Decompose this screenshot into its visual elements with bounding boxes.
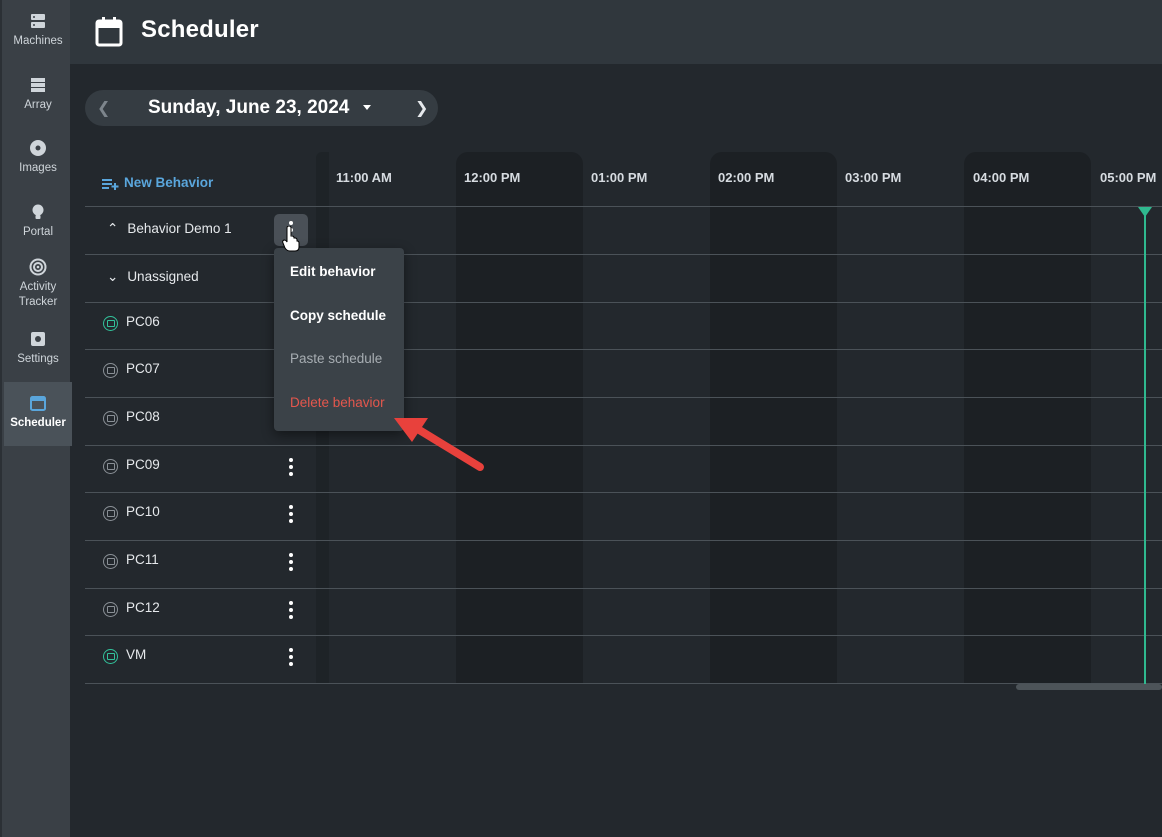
page-title: Scheduler xyxy=(141,16,259,43)
calendar-icon xyxy=(30,396,46,411)
radar-icon xyxy=(29,258,47,276)
row-divider xyxy=(85,588,1162,589)
disc-icon xyxy=(30,140,46,156)
machine-status-icon xyxy=(103,506,118,521)
machine-name: PC09 xyxy=(126,457,160,472)
sidebar-item-scheduler[interactable]: Scheduler xyxy=(4,382,72,446)
chevron-right-icon[interactable]: ❯ xyxy=(415,98,428,118)
machine-status-icon xyxy=(103,602,118,617)
machine-status-icon xyxy=(103,316,118,331)
date-navigator: ❮ Sunday, June 23, 2024 ❯ xyxy=(85,90,438,126)
group-row-behavior-demo-1[interactable]: ⌃ Behavior Demo 1 xyxy=(107,221,232,237)
time-label: 03:00 PM xyxy=(845,170,902,185)
calendar-icon xyxy=(95,17,123,47)
hand-cursor-icon xyxy=(282,226,300,252)
machine-status-icon xyxy=(103,363,118,378)
row-divider xyxy=(85,397,1162,398)
more-vert-icon[interactable] xyxy=(288,648,294,666)
new-behavior-label: New Behavior xyxy=(124,175,214,190)
row-divider xyxy=(85,635,1162,636)
timeline-hour-band xyxy=(964,152,1091,684)
sidebar-item-label: Machines xyxy=(13,35,63,47)
group-label: Behavior Demo 1 xyxy=(127,221,232,236)
chevron-left-icon[interactable]: ❮ xyxy=(97,98,110,118)
machine-name: PC11 xyxy=(126,552,159,567)
caret-down-icon[interactable] xyxy=(363,105,371,110)
machine-status-icon xyxy=(103,459,118,474)
paste-schedule-item: Paste schedule xyxy=(290,351,383,366)
time-label: 05:00 PM xyxy=(1100,170,1157,185)
sidebar-item-label: Array xyxy=(24,99,52,111)
server-icon xyxy=(31,14,45,28)
array-icon xyxy=(31,78,45,92)
sidebar-item-machines[interactable]: Machines xyxy=(4,12,72,49)
timeline-hour-band xyxy=(710,152,837,684)
group-row-unassigned[interactable]: ⌄ Unassigned xyxy=(107,269,199,285)
sidebar-item-images[interactable]: Images xyxy=(4,139,72,176)
sidebar-item-label: Settings xyxy=(17,353,59,365)
sidebar-item-portal[interactable]: Portal xyxy=(4,203,72,240)
sidebar-item-activity-tracker[interactable]: Activity Tracker xyxy=(4,258,72,310)
sidebar: Machines Array Images Portal Activity Tr… xyxy=(0,0,72,837)
time-label: 12:00 PM xyxy=(464,170,521,185)
annotation-arrow-icon xyxy=(394,418,484,471)
date-picker-button[interactable]: Sunday, June 23, 2024 xyxy=(148,97,349,119)
time-label: 11:00 AM xyxy=(336,170,392,185)
sidebar-item-settings[interactable]: Settings xyxy=(4,330,72,367)
time-label: 01:00 PM xyxy=(591,170,648,185)
machine-status-icon xyxy=(103,554,118,569)
machine-name: PC06 xyxy=(126,314,160,329)
more-vert-icon[interactable] xyxy=(288,458,294,476)
row-divider xyxy=(85,683,1162,684)
more-vert-icon[interactable] xyxy=(288,601,294,619)
sidebar-item-label: Portal xyxy=(22,226,54,238)
row-divider xyxy=(85,302,1162,303)
row-divider xyxy=(85,254,1162,255)
machine-name: PC12 xyxy=(126,600,160,615)
machine-name: PC08 xyxy=(126,409,160,424)
copy-schedule-item[interactable]: Copy schedule xyxy=(290,308,386,323)
machine-status-icon xyxy=(103,649,118,664)
sidebar-item-label: Activity Tracker xyxy=(18,281,58,308)
timeline-scrollbar[interactable] xyxy=(1016,684,1162,690)
row-divider xyxy=(85,492,1162,493)
sidebar-item-array[interactable]: Array xyxy=(4,76,72,113)
new-behavior-button[interactable]: New Behavior xyxy=(102,175,213,190)
sidebar-item-label: Images xyxy=(19,162,57,174)
machine-status-icon xyxy=(103,411,118,426)
sidebar-item-label: Scheduler xyxy=(10,417,66,429)
time-label: 04:00 PM xyxy=(973,170,1030,185)
edit-behavior-item[interactable]: Edit behavior xyxy=(290,264,376,279)
current-time-marker xyxy=(1138,207,1152,217)
row-divider xyxy=(85,445,1162,446)
current-time-line xyxy=(1144,208,1146,684)
chevron-down-icon: ⌄ xyxy=(107,269,119,284)
row-divider xyxy=(85,206,1162,207)
machine-name: PC10 xyxy=(126,504,160,519)
group-label: Unassigned xyxy=(127,269,199,284)
machine-name: VM xyxy=(126,647,147,662)
playlist-add-icon xyxy=(102,179,119,190)
row-divider xyxy=(85,349,1162,350)
behavior-context-menu: Edit behavior Copy schedule Paste schedu… xyxy=(274,248,404,431)
lightbulb-icon xyxy=(32,204,44,219)
page-header: Scheduler xyxy=(70,0,1162,64)
more-vert-icon[interactable] xyxy=(288,505,294,523)
chevron-up-icon: ⌃ xyxy=(107,221,119,236)
gear-icon xyxy=(31,332,45,346)
row-divider xyxy=(85,540,1162,541)
more-vert-icon[interactable] xyxy=(288,553,294,571)
delete-behavior-item[interactable]: Delete behavior xyxy=(290,395,385,410)
time-label: 02:00 PM xyxy=(718,170,775,185)
machine-name: PC07 xyxy=(126,361,160,376)
